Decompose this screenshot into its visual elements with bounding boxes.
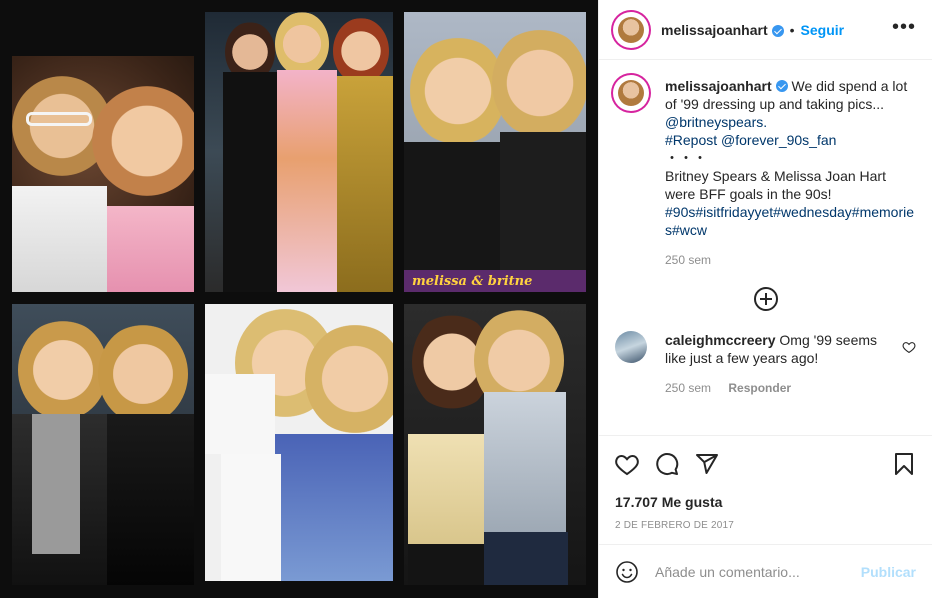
comment-timestamp: 250 sem xyxy=(665,381,712,395)
collage-caption-strip: melissa & britne xyxy=(412,274,533,289)
post-sidebar: melissajoanhart • Seguir ••• melissajoan… xyxy=(598,0,932,598)
separator-dot: • xyxy=(789,21,795,38)
post-image[interactable]: melissa & britne xyxy=(0,0,598,598)
collage-photo-4 xyxy=(12,304,194,585)
comment-text: caleighmccreery Omg '99 seems like just … xyxy=(665,331,895,367)
post-date[interactable]: 2 de febrero de 2017 xyxy=(615,520,916,531)
caption-dots: ・・・ xyxy=(665,150,707,166)
reply-button[interactable]: Responder xyxy=(728,381,791,395)
caption-repost-link[interactable]: #Repost @forever_90s_fan xyxy=(665,132,836,148)
caption-timestamp: 250 sem xyxy=(665,253,712,267)
collage-photo-6 xyxy=(404,304,586,585)
instagram-post-modal: melissa & britne melissajoanhart • Segui… xyxy=(0,0,932,598)
publish-comment-button[interactable]: Publicar xyxy=(861,564,916,580)
author-username[interactable]: melissajoanhart xyxy=(661,22,768,38)
comment-meta: 250 sem Responder xyxy=(665,381,916,395)
action-bar: 17.707 Me gusta 2 de febrero de 2017 xyxy=(599,435,932,531)
author-avatar[interactable] xyxy=(615,13,647,46)
caption-mention-link[interactable]: @britneyspears. xyxy=(665,114,767,130)
caption-body: Britney Spears & Melissa Joan Hart were … xyxy=(665,168,886,202)
follow-button[interactable]: Seguir xyxy=(801,22,845,38)
emoji-smiley-icon[interactable] xyxy=(615,560,639,584)
more-options-icon[interactable]: ••• xyxy=(892,17,916,37)
save-bookmark-icon[interactable] xyxy=(892,452,916,476)
comment-bubble-icon[interactable] xyxy=(655,452,679,476)
collage-photo-2 xyxy=(205,12,393,292)
caption: melissajoanhart We did spend a lot of '9… xyxy=(615,77,916,239)
comments-section: melissajoanhart We did spend a lot of '9… xyxy=(599,61,932,434)
likes-count[interactable]: 17.707 Me gusta xyxy=(615,494,916,510)
verified-badge-icon xyxy=(775,80,788,92)
post-header: melissajoanhart • Seguir ••• xyxy=(599,0,932,60)
caption-author-avatar[interactable] xyxy=(615,77,647,109)
comment-input[interactable] xyxy=(655,563,861,580)
comment-like-heart-icon[interactable] xyxy=(902,341,916,353)
caption-username[interactable]: melissajoanhart xyxy=(665,78,772,94)
comment-item: caleighmccreery Omg '99 seems like just … xyxy=(615,331,916,367)
share-paper-plane-icon[interactable] xyxy=(695,452,719,476)
like-heart-icon[interactable] xyxy=(615,452,639,476)
collage-photo-5 xyxy=(205,304,393,581)
caption-hashtags[interactable]: #90s#isitfridayyet#wednesday#memories#wc… xyxy=(665,204,914,238)
comment-composer: Publicar xyxy=(599,544,932,598)
collage-photo-3: melissa & britne xyxy=(404,12,586,292)
load-more-comments xyxy=(615,287,916,311)
load-more-comments-icon[interactable] xyxy=(753,287,778,311)
collage-photo-1 xyxy=(12,56,194,292)
verified-badge-icon xyxy=(771,24,784,37)
commenter-avatar[interactable] xyxy=(615,331,647,363)
commenter-username[interactable]: caleighmccreery xyxy=(665,332,776,348)
caption-text: melissajoanhart We did spend a lot of '9… xyxy=(665,77,916,239)
